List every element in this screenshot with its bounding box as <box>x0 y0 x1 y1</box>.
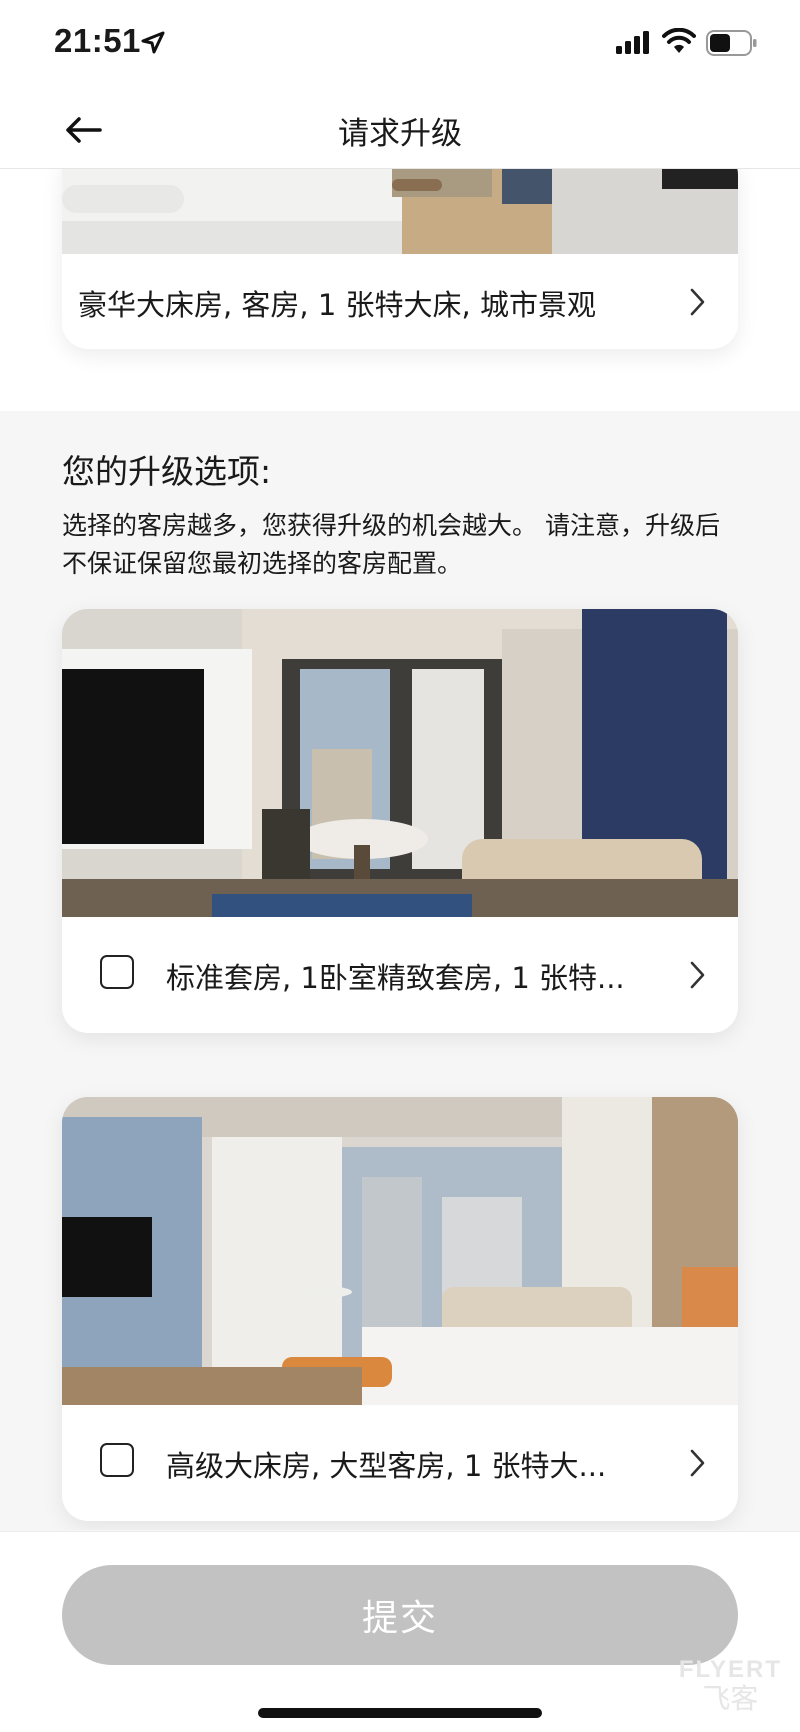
content-scroll-area[interactable]: 豪华大床房, 客房, 1 张特大床, 城市景观 您的升级选项: 选择的客房越多，… <box>0 169 800 1530</box>
current-room-photo <box>62 169 738 254</box>
chevron-right-icon <box>690 961 705 989</box>
chevron-right-icon <box>690 288 705 316</box>
upgrade-option-checkbox[interactable] <box>100 1443 134 1477</box>
upgrade-option-row[interactable]: 高级大床房, 大型客房, 1 张特大... <box>62 1405 738 1521</box>
page-title: 请求升级 <box>338 116 462 152</box>
chevron-right-icon <box>690 1449 705 1477</box>
nav-header: 请求升级 <box>0 92 800 169</box>
upgrade-options-heading: 您的升级选项: <box>62 452 272 491</box>
watermark-brand: FLYERT <box>678 1656 782 1683</box>
bottom-bar: 提交 FLYERT 飞客 <box>0 1531 800 1732</box>
watermark-logo: FLYERT 飞客 <box>679 1656 782 1714</box>
current-room-card: 豪华大床房, 客房, 1 张特大床, 城市景观 <box>62 169 738 349</box>
battery-icon <box>706 30 757 56</box>
upgrade-options-note: 选择的客房越多，您获得升级的机会越大。 请注意，升级后不保证保留您最初选择的客房… <box>62 511 720 578</box>
upgrade-option-card: 高级大床房, 大型客房, 1 张特大... <box>62 1097 738 1521</box>
wifi-icon <box>662 28 696 53</box>
current-room-name: 豪华大床房, 客房, 1 张特大床, 城市景观 <box>78 288 596 322</box>
current-room-row[interactable]: 豪华大床房, 客房, 1 张特大床, 城市景观 <box>62 244 738 349</box>
upgrade-option-checkbox[interactable] <box>100 955 134 989</box>
watermark-sub: 飞客 <box>702 1683 759 1714</box>
home-indicator <box>258 1708 542 1718</box>
status-bar: 21:51 <box>0 0 800 92</box>
location-arrow-icon <box>141 31 165 54</box>
cellular-signal-icon <box>616 31 649 54</box>
upgrade-option-name: 标准套房, 1卧室精致套房, 1 张特... <box>166 961 625 995</box>
upgrade-option-photo <box>62 609 738 917</box>
upgrade-option-row[interactable]: 标准套房, 1卧室精致套房, 1 张特... <box>62 917 738 1033</box>
status-time: 21:51 <box>54 22 141 59</box>
upgrade-option-card: 标准套房, 1卧室精致套房, 1 张特... <box>62 609 738 1033</box>
upgrade-option-name: 高级大床房, 大型客房, 1 张特大... <box>166 1449 607 1483</box>
upgrade-option-photo <box>62 1097 738 1405</box>
submit-button[interactable]: 提交 <box>62 1565 738 1665</box>
current-room-section: 豪华大床房, 客房, 1 张特大床, 城市景观 <box>0 169 800 411</box>
